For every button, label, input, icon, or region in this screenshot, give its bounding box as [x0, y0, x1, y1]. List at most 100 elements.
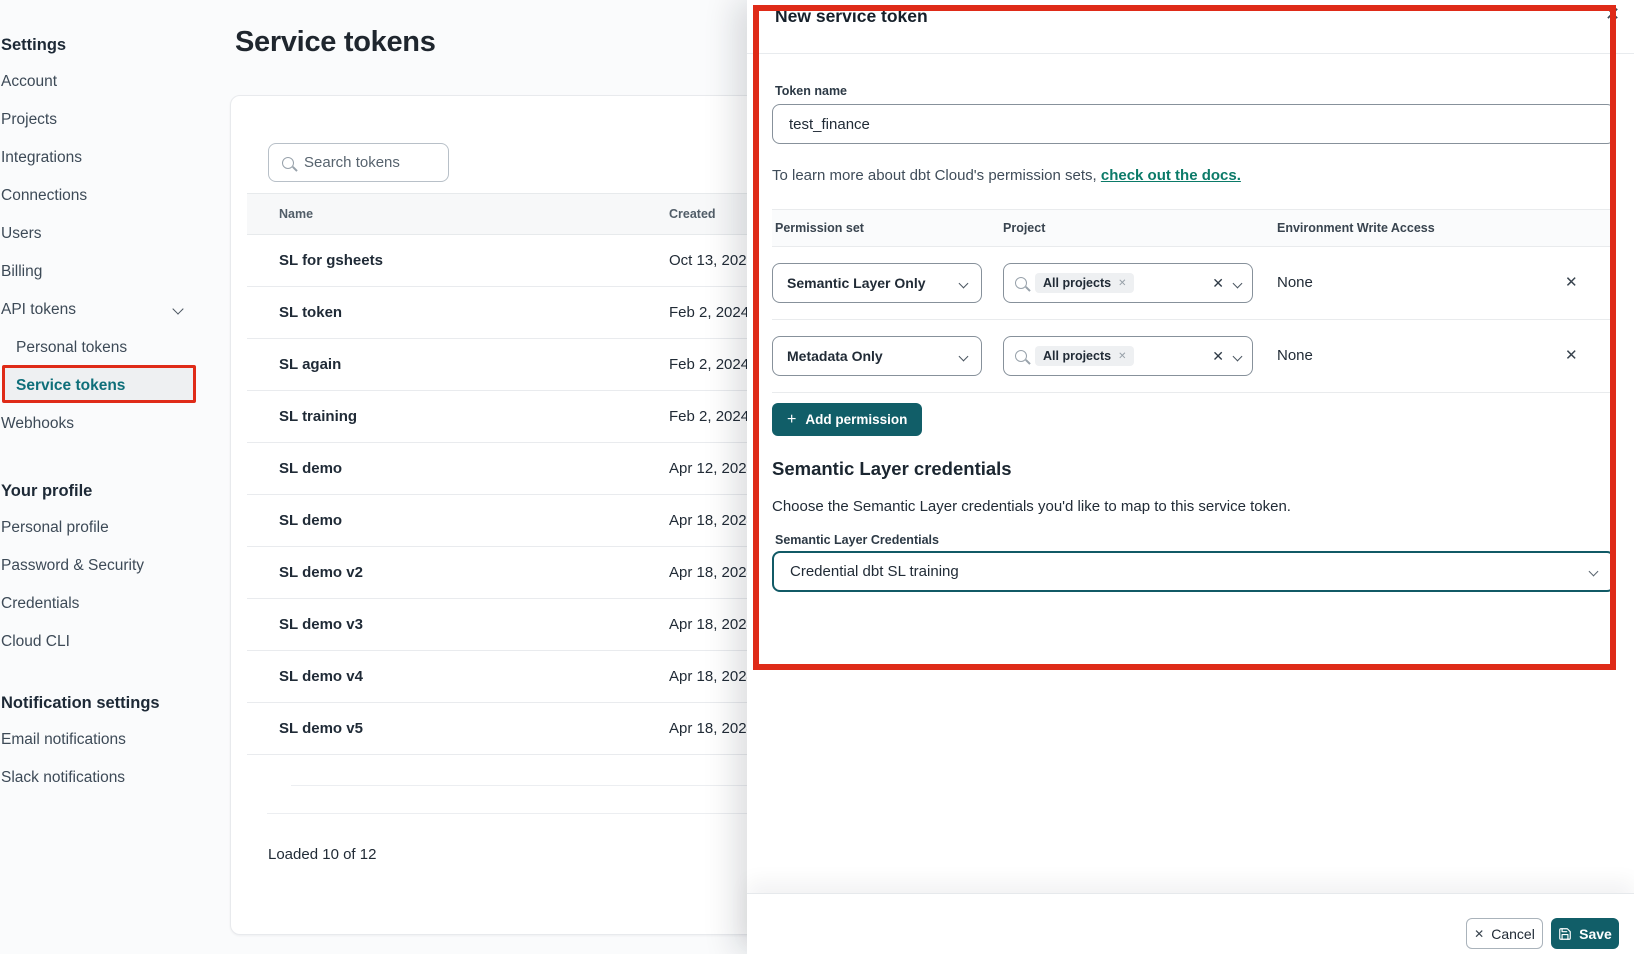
column-header-environment-write-access: Environment Write Access: [1277, 210, 1435, 247]
column-header-project: Project: [1003, 210, 1045, 247]
sidebar-section: Notification settings Email notifications…: [0, 691, 212, 797]
sidebar-item-label: Account: [1, 73, 57, 90]
token-name-cell: SL demo v2: [279, 564, 363, 581]
permission-set-select[interactable]: Metadata Only: [772, 336, 982, 376]
sidebar-item-integrations[interactable]: Integrations: [0, 139, 212, 177]
cancel-button[interactable]: ✕ Cancel: [1466, 918, 1543, 949]
sidebar-item-password-security[interactable]: Password & Security: [0, 547, 212, 585]
sidebar-item-label: Personal tokens: [16, 339, 127, 356]
sidebar-item-label: Personal profile: [1, 519, 109, 536]
sidebar-section: Your profile Personal profile Password & S…: [0, 479, 212, 661]
save-icon: [1558, 927, 1572, 941]
sidebar-item-personal-profile[interactable]: Personal profile: [0, 509, 212, 547]
environment-write-access-value: None: [1277, 274, 1313, 291]
permission-row: Semantic Layer Only All projects ✕ ✕ Non…: [772, 247, 1615, 320]
selected-credential-value: Credential dbt SL training: [790, 563, 959, 580]
chevron-down-icon: [959, 351, 969, 361]
sidebar-item-label: Connections: [1, 187, 87, 204]
sidebar-item-slack-notifications[interactable]: Slack notifications: [0, 759, 212, 797]
sidebar-item-billing[interactable]: Billing: [0, 253, 212, 291]
chevron-down-icon: [1233, 278, 1243, 288]
token-name-cell: SL demo: [279, 460, 342, 477]
sidebar-item-credentials[interactable]: Credentials: [0, 585, 212, 623]
sidebar-item-api-tokens[interactable]: API tokens: [0, 291, 212, 329]
token-created-cell: Apr 18, 2024,: [669, 668, 759, 685]
token-name-cell: SL training: [279, 408, 357, 425]
search-tokens-input[interactable]: [304, 154, 435, 171]
settings-sidebar: Settings Account Projects Integrations Conne…: [0, 0, 212, 797]
remove-permission-row-icon[interactable]: ✕: [1565, 273, 1578, 291]
search-icon: [282, 157, 294, 169]
permission-set-select-value: Metadata Only: [787, 348, 883, 364]
sidebar-item-label: API tokens: [1, 301, 76, 318]
sidebar-item-connections[interactable]: Connections: [0, 177, 212, 215]
token-created-cell: Apr 18, 2024,: [669, 616, 759, 633]
clear-selection-icon[interactable]: ✕: [1212, 275, 1224, 292]
sidebar-section-heading: Your profile: [0, 479, 212, 503]
search-tokens-box[interactable]: [268, 143, 449, 182]
clear-selection-icon[interactable]: ✕: [1212, 348, 1224, 365]
sidebar-item-email-notifications[interactable]: Email notifications: [0, 721, 212, 759]
sidebar-item-cloud-cli[interactable]: Cloud CLI: [0, 623, 212, 661]
cancel-x-icon: ✕: [1474, 927, 1484, 941]
docs-hint-text: To learn more about dbt Cloud's permissi…: [772, 167, 1101, 184]
column-header-created: Created: [669, 194, 716, 234]
sidebar-item-label: Webhooks: [1, 415, 74, 432]
project-tag: All projects ✕: [1035, 346, 1134, 366]
chevron-down-icon: [1233, 351, 1243, 361]
token-name-cell: SL demo v3: [279, 616, 363, 633]
plus-icon: +: [787, 411, 796, 429]
token-name-cell: SL token: [279, 304, 342, 321]
sidebar-section-heading: Settings: [0, 33, 212, 57]
add-permission-button[interactable]: + Add permission: [772, 403, 922, 436]
sidebar-item-account[interactable]: Account: [0, 63, 212, 101]
chevron-down-icon: [959, 278, 969, 288]
sidebar-item-label: Credentials: [1, 595, 79, 612]
cancel-label: Cancel: [1491, 926, 1535, 942]
token-created-cell: Apr 18, 2024,: [669, 564, 759, 581]
drawer-footer: ✕ Cancel Save: [747, 893, 1634, 954]
remove-tag-icon[interactable]: ✕: [1118, 351, 1126, 362]
token-name-input[interactable]: [772, 104, 1615, 144]
project-tag-label: All projects: [1043, 276, 1111, 290]
sidebar-item-label: Password & Security: [1, 557, 144, 574]
project-multiselect[interactable]: All projects ✕ ✕: [1003, 336, 1253, 376]
project-multiselect[interactable]: All projects ✕ ✕: [1003, 263, 1253, 303]
column-header-permission-set: Permission set: [775, 210, 864, 247]
search-icon: [1015, 350, 1027, 362]
semantic-layer-heading: Semantic Layer credentials: [772, 458, 1012, 480]
sidebar-item-users[interactable]: Users: [0, 215, 212, 253]
sidebar-item-label: Projects: [1, 111, 57, 128]
save-button[interactable]: Save: [1551, 918, 1619, 949]
close-icon[interactable]: ✕: [1605, 4, 1620, 25]
remove-tag-icon[interactable]: ✕: [1118, 278, 1126, 289]
sidebar-item-label: Users: [1, 225, 41, 242]
sidebar-item-projects[interactable]: Projects: [0, 101, 212, 139]
sidebar-item-webhooks[interactable]: Webhooks: [0, 405, 212, 443]
permission-set-select[interactable]: Semantic Layer Only: [772, 263, 982, 303]
permission-set-select-value: Semantic Layer Only: [787, 275, 926, 291]
token-created-cell: Apr 18, 2024,: [669, 512, 759, 529]
remove-permission-row-icon[interactable]: ✕: [1565, 346, 1578, 364]
sidebar-section-heading: Notification settings: [0, 691, 212, 715]
token-name-cell: SL demo v5: [279, 720, 363, 737]
token-created-cell: Oct 13, 2023,: [669, 252, 759, 269]
permission-table-header: Permission set Project Environment Write…: [772, 209, 1615, 247]
semantic-layer-description: Choose the Semantic Layer credentials yo…: [772, 498, 1291, 515]
drawer-header-divider: [747, 53, 1634, 54]
loaded-status: Loaded 10 of 12: [268, 846, 376, 863]
sidebar-item-label: Integrations: [1, 149, 82, 166]
new-service-token-drawer: New service token ✕ Token name To learn …: [747, 0, 1634, 954]
token-name-cell: SL again: [279, 356, 341, 373]
project-tag: All projects ✕: [1035, 273, 1134, 293]
sidebar-item-label: Email notifications: [1, 731, 126, 748]
app-root: Settings Account Projects Integrations Conne…: [0, 0, 1634, 954]
docs-link[interactable]: check out the docs.: [1101, 167, 1241, 184]
semantic-layer-credentials-select[interactable]: Credential dbt SL training: [772, 551, 1615, 592]
docs-hint: To learn more about dbt Cloud's permissi…: [772, 167, 1241, 184]
semantic-layer-credentials-label: Semantic Layer Credentials: [775, 533, 939, 547]
sidebar-item-service-tokens[interactable]: Service tokens: [0, 367, 212, 405]
sidebar-item-personal-tokens[interactable]: Personal tokens: [0, 329, 212, 367]
permission-row: Metadata Only All projects ✕ ✕ None ✕: [772, 320, 1615, 393]
sidebar-item-label: Slack notifications: [1, 769, 125, 786]
